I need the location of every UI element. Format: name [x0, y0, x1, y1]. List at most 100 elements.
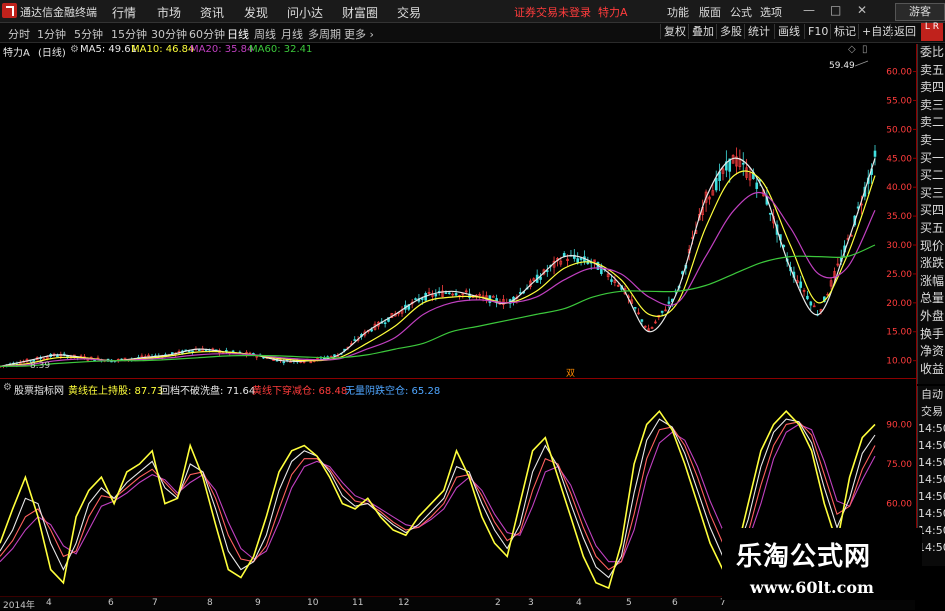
- max-price-pointer: [854, 60, 869, 67]
- candle-body: [640, 319, 644, 322]
- max-price-label: 59.49: [829, 61, 855, 71]
- quote-tab-14[interactable]: 总量: [918, 290, 945, 308]
- month-label: 12: [398, 598, 410, 608]
- quote-tab-11[interactable]: 现价: [918, 238, 945, 256]
- quote-tab-3[interactable]: 卖三: [918, 97, 945, 115]
- month-label: 6: [108, 598, 114, 608]
- watermark-title: 乐淘公式网: [736, 542, 872, 572]
- month-label: 7: [152, 598, 158, 608]
- quote-tab-2[interactable]: 卖四: [918, 79, 945, 97]
- candle-body: [741, 162, 745, 165]
- candle-body: [434, 293, 438, 297]
- candle-body: [333, 354, 336, 356]
- candle-body: [799, 281, 802, 288]
- price-tick: 40.00: [886, 183, 912, 193]
- indicator-tick: 60.00: [886, 500, 912, 510]
- candle-body: [56, 355, 59, 358]
- watermark: 乐淘公式网 www.60lt.com: [722, 528, 922, 600]
- quote-tab-1[interactable]: 卖五: [918, 62, 945, 80]
- quote-tab-7[interactable]: 买二: [918, 167, 945, 185]
- candle-body: [755, 182, 759, 189]
- candle-body: [353, 339, 357, 341]
- quote-tab-12[interactable]: 涨跌: [918, 255, 945, 273]
- quote-tab-8[interactable]: 买三: [918, 185, 945, 203]
- month-label: 8: [207, 598, 213, 608]
- quote-tab-0[interactable]: 委比: [918, 44, 945, 62]
- indicator-tick: 75.00: [886, 460, 912, 470]
- quote-tab-9[interactable]: 买四: [918, 202, 945, 220]
- quote-tab-4[interactable]: 卖二: [918, 114, 945, 132]
- candle-body: [809, 301, 813, 306]
- month-label: 4: [46, 598, 52, 608]
- candle-body: [282, 361, 286, 364]
- watermark-url: www.60lt.com: [750, 578, 874, 597]
- candle-body: [414, 298, 417, 300]
- month-label: 5: [626, 598, 632, 608]
- bottom-marker: 双: [566, 368, 575, 379]
- trade-tab-0[interactable]: 自动: [918, 386, 945, 403]
- candle-body: [444, 292, 448, 294]
- candle-body: [714, 177, 718, 191]
- chart-canvas[interactable]: 60.00 55.00 50.00 45.00 40.00 35.00 30.00 25.00…: [0, 0, 945, 609]
- candle-body: [660, 310, 664, 313]
- quote-tab-5[interactable]: 卖一: [918, 132, 945, 150]
- trade-tab-6[interactable]: 14:50: [918, 488, 945, 505]
- month-label: 3: [528, 598, 534, 608]
- candle-body: [198, 349, 201, 351]
- month-label: 9: [255, 598, 261, 608]
- ma-line-MA20: [0, 191, 876, 367]
- price-tick: 35.00: [886, 212, 912, 222]
- quote-tab-17[interactable]: 净资: [918, 343, 945, 361]
- trade-tab-5[interactable]: 14:50: [918, 471, 945, 488]
- price-tick: 25.00: [886, 270, 912, 280]
- candle-body: [491, 296, 495, 298]
- quote-tab-15[interactable]: 外盘: [918, 308, 945, 326]
- price-tick: 55.00: [886, 96, 912, 106]
- month-label: 11: [352, 598, 364, 608]
- month-label: 10: [307, 598, 319, 608]
- price-tick: 15.00: [886, 328, 912, 338]
- ma-line-MA60: [0, 244, 876, 367]
- trade-tab-4[interactable]: 14:50: [918, 454, 945, 471]
- candle-body: [610, 279, 613, 282]
- trade-tab-9[interactable]: 14:50: [918, 539, 945, 556]
- month-label: 2: [495, 598, 501, 608]
- price-tick: 45.00: [886, 154, 912, 164]
- quote-tab-6[interactable]: 买一: [918, 150, 945, 168]
- candle-body: [370, 329, 373, 332]
- right-quote-tabs: 委比 卖五 卖四 卖三 卖二 卖一 买一 买二 买三 买四 买五 现价 涨跌 涨幅 总量 外盘 换手 净资 收益: [917, 44, 945, 384]
- price-tick: 60.00: [886, 68, 912, 78]
- price-tick: 30.00: [886, 241, 912, 251]
- candle-body: [562, 253, 566, 257]
- month-label: 6: [672, 598, 678, 608]
- price-tick: 10.00: [886, 357, 912, 367]
- trade-tab-3[interactable]: 14:50: [918, 437, 945, 454]
- quote-tab-16[interactable]: 换手: [918, 326, 945, 344]
- candlestick-series: [0, 144, 877, 369]
- ma-line-MA5: [0, 157, 876, 367]
- quote-tab-13[interactable]: 涨幅: [918, 273, 945, 291]
- quote-tab-18[interactable]: 收益: [918, 361, 945, 379]
- price-tick: 20.00: [886, 299, 912, 309]
- trade-tab-2[interactable]: 14:50: [918, 420, 945, 437]
- candle-body: [383, 322, 387, 325]
- trade-tab-7[interactable]: 14:50: [918, 505, 945, 522]
- candle-body: [806, 295, 809, 300]
- ma-lines: [0, 157, 876, 367]
- price-axis: 60.00 55.00 50.00 45.00 40.00 35.00 30.00 25.00…: [886, 68, 916, 367]
- candle-body: [420, 298, 424, 300]
- indicator-tick: 90.00: [886, 420, 912, 430]
- candle-body: [448, 292, 451, 295]
- candle-body: [576, 258, 580, 263]
- candle-body: [667, 301, 671, 304]
- min-price-label: 8.39: [30, 361, 50, 371]
- year-label: 2014年: [3, 601, 35, 611]
- candle-body: [454, 293, 458, 296]
- candle-body: [873, 150, 877, 157]
- trade-tab-8[interactable]: 14:50: [918, 522, 945, 539]
- price-tick: 50.00: [886, 125, 912, 135]
- candle-body: [768, 212, 772, 215]
- quote-tab-10[interactable]: 买五: [918, 220, 945, 238]
- candle-body: [633, 307, 637, 309]
- trade-tab-1[interactable]: 交易: [918, 403, 945, 420]
